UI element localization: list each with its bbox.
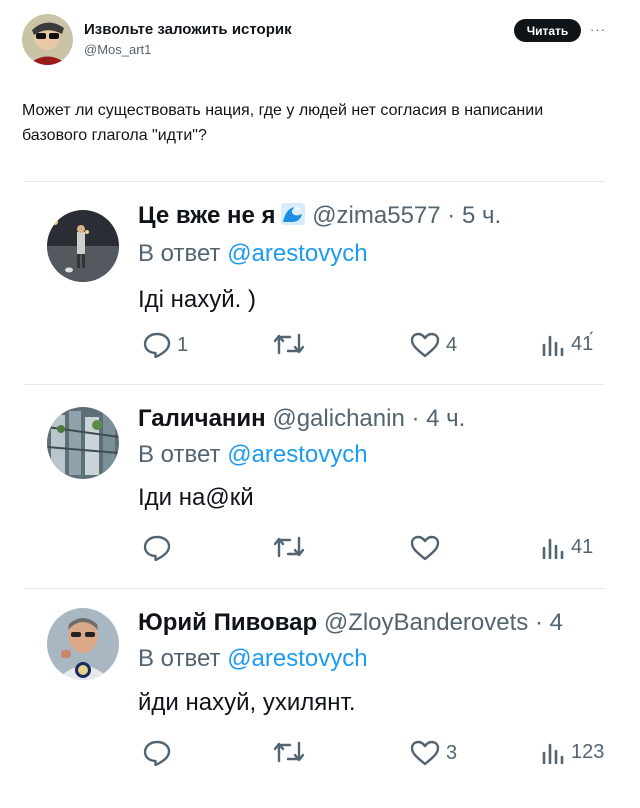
- analytics-icon: [542, 743, 564, 764]
- like-button[interactable]: 4: [410, 332, 457, 358]
- mention-link[interactable]: @arestovych: [227, 441, 367, 468]
- author-handle[interactable]: @Mos_art1: [84, 42, 151, 57]
- retweet-button[interactable]: [272, 535, 312, 559]
- mention-link[interactable]: @arestovych: [227, 240, 367, 267]
- views-button[interactable]: 41: [541, 535, 593, 559]
- reply-avatar[interactable]: [47, 608, 119, 680]
- wave-icon: [280, 202, 306, 226]
- like-button[interactable]: 3: [410, 740, 457, 766]
- in-reply-to: В ответ @arestovych: [138, 645, 368, 673]
- reply-action-button[interactable]: 1: [143, 332, 188, 358]
- author-name[interactable]: Извольте заложить историк: [84, 21, 292, 38]
- more-options-icon[interactable]: ···: [590, 22, 606, 37]
- reply-text: Іди на@кй: [138, 484, 254, 511]
- comment-icon: [143, 740, 171, 766]
- reply-author-handle[interactable]: @ZloyBanderovets: [324, 609, 528, 636]
- in-reply-label: В ответ: [138, 441, 221, 468]
- separator-dot: ·: [447, 202, 456, 229]
- heart-icon: [410, 332, 440, 358]
- separator-dot: ·: [534, 609, 543, 636]
- reply-avatar[interactable]: [47, 210, 119, 282]
- in-reply-label: В ответ: [138, 645, 221, 672]
- retweet-button[interactable]: [272, 332, 312, 356]
- retweet-icon: [273, 333, 305, 355]
- mention-link[interactable]: @arestovych: [227, 645, 367, 672]
- analytics-icon: [542, 335, 564, 356]
- views-button[interactable]: 41́: [541, 332, 593, 356]
- like-count: 3: [446, 741, 458, 764]
- retweet-icon: [273, 741, 305, 763]
- reply-header: Це вже не я @zima5577 · 5 ч.: [138, 202, 610, 230]
- reply-text: Іді нахуй. ): [138, 286, 257, 313]
- like-count: 4: [446, 333, 458, 356]
- heart-icon: [410, 740, 440, 766]
- tweet-text: Может ли существовать нация, где у людей…: [22, 102, 544, 144]
- views-button[interactable]: 123: [541, 740, 604, 764]
- views-count: 123: [571, 740, 605, 763]
- reply-timestamp[interactable]: 4: [550, 609, 563, 636]
- reply-count: 1: [177, 333, 189, 356]
- in-reply-to: В ответ @arestovych: [138, 441, 368, 469]
- reply-author-handle[interactable]: @galichanin: [272, 405, 404, 432]
- author-avatar[interactable]: [22, 14, 73, 65]
- like-button[interactable]: [410, 535, 446, 561]
- reply-author-name[interactable]: Це вже не я: [138, 202, 276, 229]
- reply-action-button[interactable]: [143, 740, 177, 766]
- reply-timestamp[interactable]: 5 ч.: [462, 202, 501, 229]
- in-reply-label: В ответ: [138, 240, 221, 267]
- heart-icon: [410, 535, 440, 561]
- divider: [24, 588, 605, 589]
- reply-actions: 41: [0, 535, 640, 569]
- reply-text: йди нахуй, ухилянт.: [138, 689, 356, 716]
- comment-icon: [143, 535, 171, 561]
- analytics-icon: [542, 538, 564, 559]
- follow-button[interactable]: Читать: [514, 19, 581, 42]
- separator-dot: ·: [411, 405, 420, 432]
- views-count: 41́: [571, 332, 594, 355]
- reply-header: Галичанин @galichanin · 4 ч.: [138, 405, 610, 433]
- comment-icon: [143, 332, 171, 358]
- retweet-icon: [273, 536, 305, 558]
- retweet-button[interactable]: [272, 740, 312, 764]
- views-count: 41: [571, 535, 594, 558]
- reply-timestamp[interactable]: 4 ч.: [426, 405, 465, 432]
- reply-actions: 3 123: [0, 740, 640, 774]
- reply-actions: 1 4 41́: [0, 332, 640, 366]
- divider: [24, 181, 605, 182]
- reply-action-button[interactable]: [143, 535, 177, 561]
- in-reply-to: В ответ @arestovych: [138, 240, 368, 268]
- reply-author-name[interactable]: Галичанин: [138, 405, 266, 432]
- reply-author-handle[interactable]: @zima5577: [312, 202, 440, 229]
- reply-avatar[interactable]: [47, 407, 119, 479]
- reply-author-name[interactable]: Юрий Пивовар: [138, 609, 317, 636]
- divider: [24, 384, 605, 385]
- reply-header: Юрий Пивовар @ZloyBanderovets · 4: [138, 609, 610, 637]
